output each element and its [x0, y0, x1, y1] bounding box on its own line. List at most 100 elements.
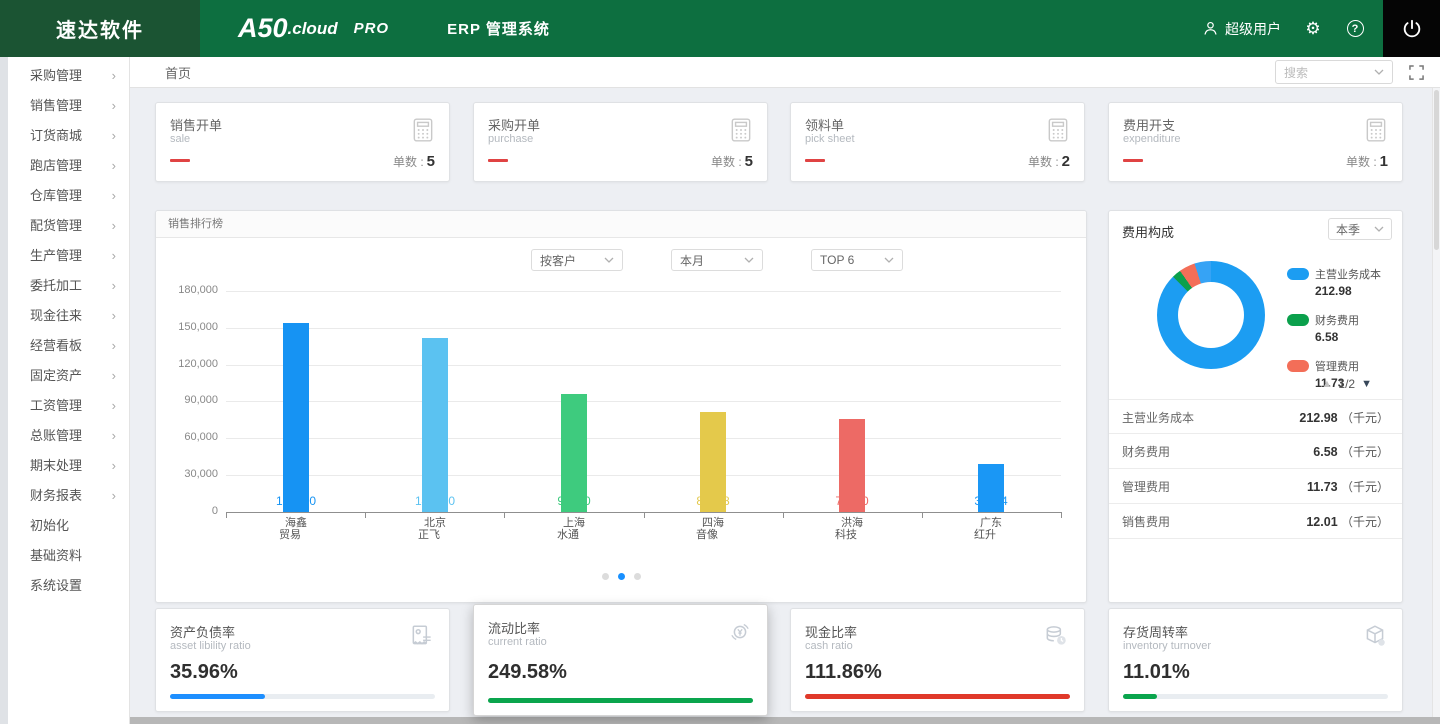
chevron-down-icon — [604, 257, 614, 263]
expense-period-select[interactable]: 本季 — [1328, 218, 1392, 240]
legend-item[interactable]: 财务费用 6.58 — [1287, 311, 1381, 344]
progress-fill — [805, 694, 1070, 699]
sidebar-item-period-end[interactable]: 期末处理› — [8, 451, 129, 481]
chevron-right-icon: › — [112, 271, 116, 301]
progress-track — [170, 694, 435, 699]
red-dash — [488, 159, 508, 162]
filter-period-select[interactable]: 本月 — [671, 249, 763, 271]
pager-down-icon[interactable]: ▼ — [1361, 378, 1372, 390]
bar-category-line2: 科技 — [819, 529, 873, 541]
count-value: 5 — [427, 153, 435, 170]
sidebar-item-outsourcing[interactable]: 委托加工› — [8, 271, 129, 301]
chevron-right-icon: › — [112, 301, 116, 331]
expense-row: 主营业务成本 212.98 （千元） — [1109, 399, 1402, 434]
horizontal-scrollbar[interactable] — [130, 717, 1440, 724]
sidebar-item-base-data[interactable]: 基础资料 — [8, 541, 129, 571]
page-dot[interactable] — [634, 573, 641, 580]
chevron-down-icon — [884, 257, 894, 263]
summary-card-purchase: 采购开单 purchase 单数 :5 — [473, 102, 768, 182]
bar-category-label: 上海水通 — [547, 517, 601, 541]
count-value: 5 — [745, 153, 753, 170]
product-edition-badge: PRO — [354, 20, 390, 37]
calculator-icon — [1364, 117, 1388, 143]
bar-category-line2: 贸易 — [263, 529, 317, 541]
x-tick — [226, 513, 227, 518]
chevron-right-icon: › — [112, 481, 116, 511]
expense-row: 财务费用 6.58 （千元） — [1109, 434, 1402, 469]
panel-title: 费用构成 — [1122, 222, 1174, 241]
bar-category-line1: 海鑫 — [285, 517, 307, 529]
calculator-icon — [1046, 117, 1070, 143]
expense-donut-ring — [1157, 261, 1265, 369]
breadcrumb-home-tab[interactable]: 首页 — [165, 63, 191, 82]
y-tick-label: 60,000 — [156, 431, 218, 443]
sidebar-item-production[interactable]: 生产管理› — [8, 241, 129, 271]
chevron-down-icon — [744, 257, 754, 263]
sidebar-item-store-visit[interactable]: 跑店管理› — [8, 151, 129, 181]
sidebar-item-cash[interactable]: 现金往来› — [8, 301, 129, 331]
calculator-icon — [729, 117, 753, 143]
sidebar-item-general-ledger[interactable]: 总账管理› — [8, 421, 129, 451]
chevron-right-icon: › — [112, 121, 116, 151]
user-menu[interactable]: 超级用户 — [1202, 19, 1281, 39]
breadcrumb-bar: 首页 搜索 — [130, 57, 1440, 88]
app-header: 速达软件 A50.cloud PRO ERP 管理系统 超级用户 ⚙ ? — [0, 0, 1440, 57]
sidebar-item-sales[interactable]: 销售管理› — [8, 91, 129, 121]
sidebar-item-payroll[interactable]: 工资管理› — [8, 391, 129, 421]
sidebar-item-dashboard[interactable]: 经营看板› — [8, 331, 129, 361]
bar-category-line2: 音像 — [680, 529, 734, 541]
sidebar-item-financial-reports[interactable]: 财务报表› — [8, 481, 129, 511]
sidebar-item-order-mall[interactable]: 订货商城› — [8, 121, 129, 151]
vertical-scrollbar[interactable] — [1432, 88, 1440, 717]
x-tick — [1061, 513, 1062, 518]
fullscreen-icon[interactable] — [1409, 65, 1424, 80]
bar-rect — [283, 323, 309, 512]
chevron-right-icon: › — [112, 451, 116, 481]
settings-button[interactable]: ⚙ — [1303, 19, 1323, 39]
filter-top-select[interactable]: TOP 6 — [811, 249, 903, 271]
scrollbar-thumb[interactable] — [1434, 90, 1439, 250]
chevron-right-icon: › — [112, 151, 116, 181]
sidebar-item-initialization[interactable]: 初始化 — [8, 511, 129, 541]
bar-category-line1: 洪海 — [841, 517, 863, 529]
ratio-card-current-ratio: 流动比率 current ratio 249.58% — [473, 604, 768, 716]
sidebar-item-fixed-assets[interactable]: 固定资产› — [8, 361, 129, 391]
sidebar-item-distribution[interactable]: 配货管理› — [8, 211, 129, 241]
y-tick-label: 180,000 — [156, 284, 218, 296]
product-name: A50 — [238, 13, 288, 44]
legend-chip — [1287, 360, 1309, 372]
legend-item[interactable]: 主营业务成本 212.98 — [1287, 265, 1381, 298]
currency-refresh-icon — [727, 619, 753, 645]
page-dot[interactable] — [602, 573, 609, 580]
search-input[interactable]: 搜索 — [1275, 60, 1393, 84]
ratio-card-cash-ratio: 现金比率 cash ratio 111.86% — [790, 608, 1085, 712]
sidebar-item-warehouse[interactable]: 仓库管理› — [8, 181, 129, 211]
progress-fill — [170, 694, 265, 699]
page-dot-active[interactable] — [618, 573, 625, 580]
pager-up-icon[interactable]: ▲ — [1322, 378, 1333, 390]
red-dash — [170, 159, 190, 162]
bar-category-label: 北京正飞 — [408, 517, 462, 541]
main-content: 首页 搜索 销售开单 sale 单数 :5 采购开单 purchase 单数 :… — [130, 57, 1440, 724]
help-button[interactable]: ? — [1345, 19, 1365, 39]
bar-category-line1: 上海 — [563, 517, 585, 529]
bar-category-line2: 水通 — [541, 529, 595, 541]
filter-dimension-select[interactable]: 按客户 — [531, 249, 623, 271]
invoice-icon — [409, 623, 435, 649]
sidebar-item-system-settings[interactable]: 系统设置 — [8, 571, 129, 601]
logo-block: 速达软件 — [0, 0, 200, 57]
sidebar-item-purchase[interactable]: 采购管理› — [8, 61, 129, 91]
sidebar-rail: 采购管理› 销售管理› 订货商城› 跑店管理› 仓库管理› 配货管理› 生产管理… — [0, 57, 130, 724]
expense-row: 管理费用 11.73 （千元） — [1109, 469, 1402, 504]
bar-category-line2: 红升 — [958, 529, 1012, 541]
chevron-right-icon: › — [112, 361, 116, 391]
chevron-right-icon: › — [112, 181, 116, 211]
chevron-right-icon: › — [112, 61, 116, 91]
bar-category-label: 四海音像 — [686, 517, 740, 541]
chevron-right-icon: › — [112, 91, 116, 121]
logout-button[interactable] — [1383, 0, 1440, 57]
carousel-pagination — [156, 573, 1086, 580]
y-tick-label: 30,000 — [156, 468, 218, 480]
count-value: 2 — [1062, 153, 1070, 170]
bar-rect — [700, 412, 726, 512]
